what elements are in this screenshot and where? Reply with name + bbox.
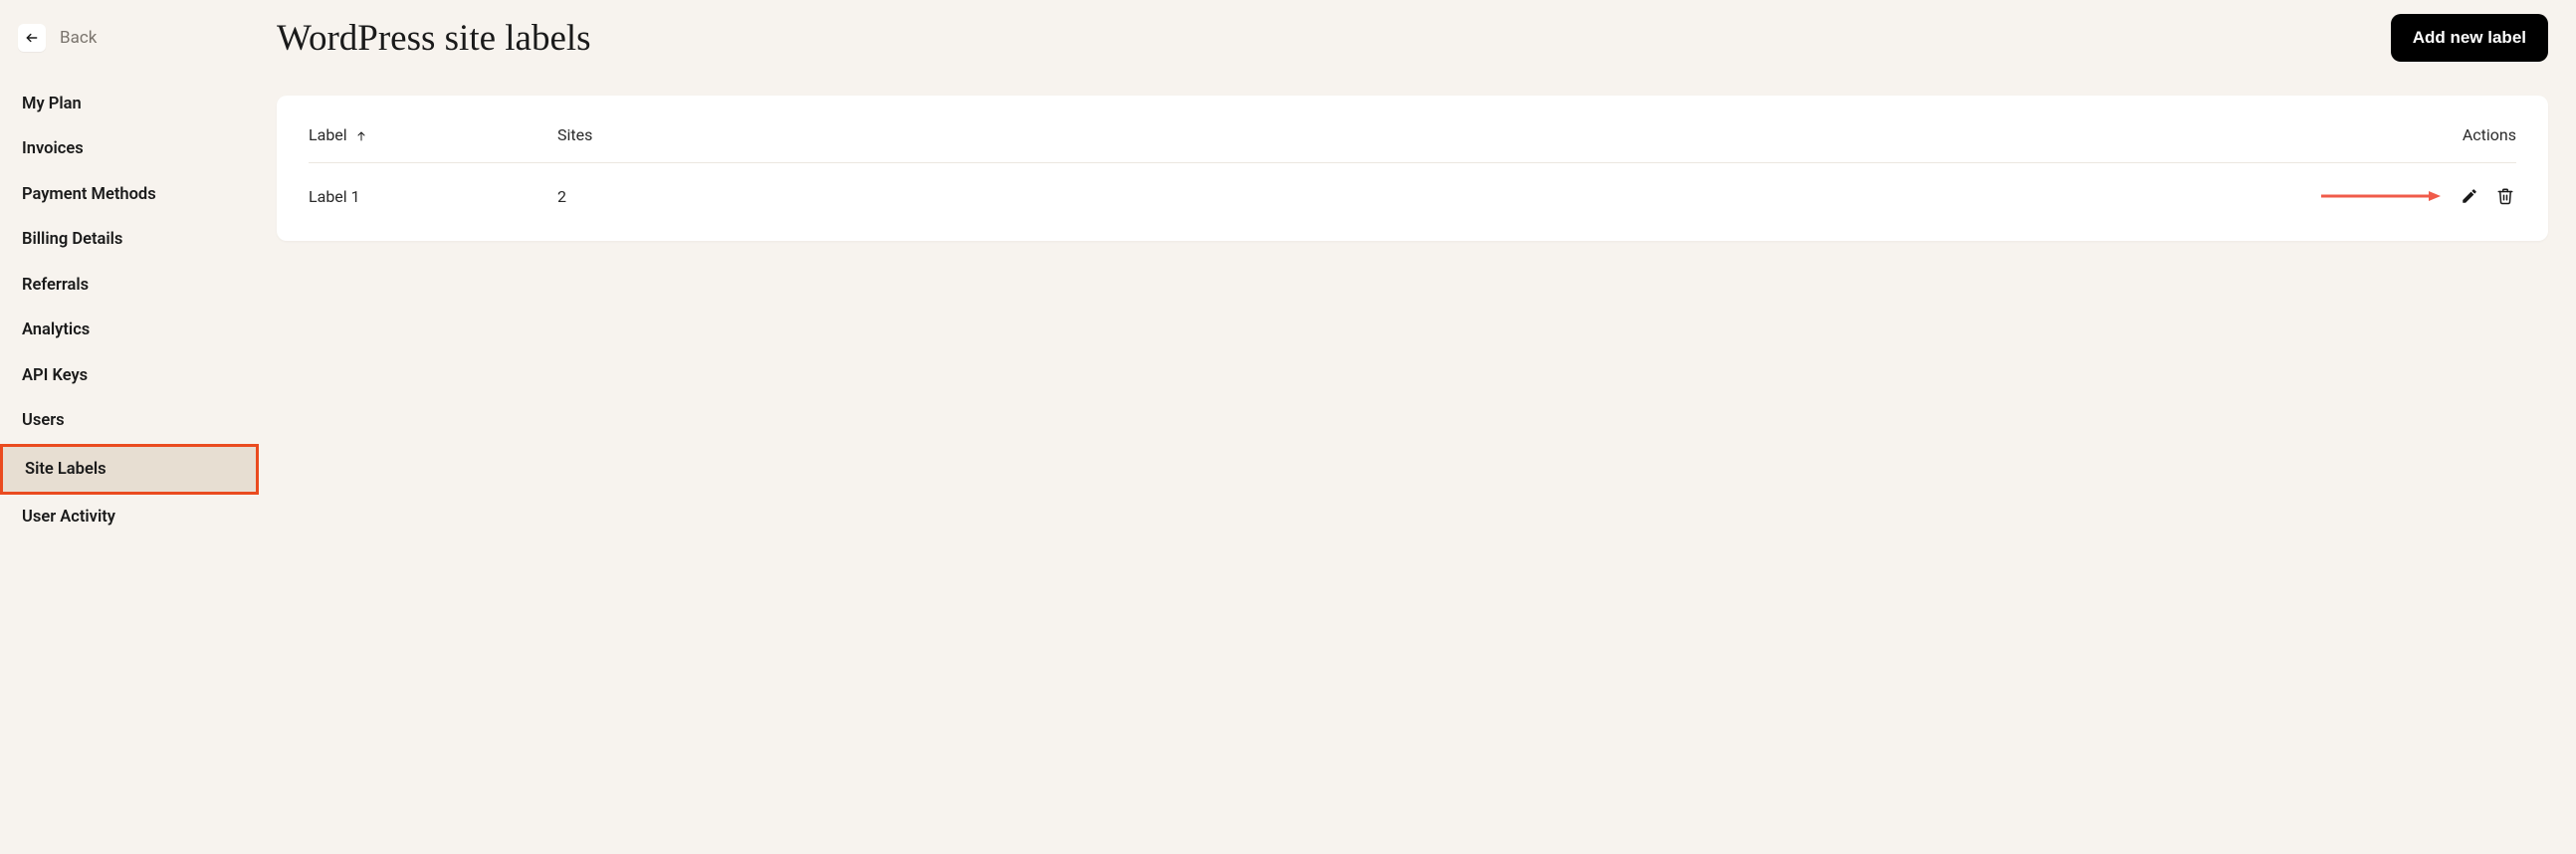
delete-button[interactable] xyxy=(2494,185,2516,207)
column-header-actions-text: Actions xyxy=(2463,125,2516,144)
sidebar-item-users[interactable]: Users xyxy=(0,398,259,443)
back-link[interactable]: Back xyxy=(0,20,259,82)
sidebar-item-invoices[interactable]: Invoices xyxy=(0,126,259,171)
column-header-label-text: Label xyxy=(309,125,347,144)
sidebar-item-site-labels[interactable]: Site Labels xyxy=(0,444,259,495)
sidebar-nav: My Plan Invoices Payment Methods Billing… xyxy=(0,82,259,539)
labels-card: Label Sites Action xyxy=(277,96,2548,241)
sidebar-item-analytics[interactable]: Analytics xyxy=(0,308,259,352)
annotation-arrow-icon xyxy=(2321,190,2441,202)
sidebar-item-my-plan[interactable]: My Plan xyxy=(0,82,259,126)
sidebar: Back My Plan Invoices Payment Methods Bi… xyxy=(0,0,259,854)
labels-table: Label Sites Action xyxy=(309,111,2516,217)
cell-label: Label 1 xyxy=(309,163,557,218)
column-header-sites-text: Sites xyxy=(557,125,592,144)
back-label: Back xyxy=(60,28,97,48)
edit-icon xyxy=(2461,187,2478,205)
page-header: WordPress site labels Add new label xyxy=(277,14,2548,62)
column-header-sites[interactable]: Sites xyxy=(557,111,857,163)
page-title: WordPress site labels xyxy=(277,17,591,60)
column-header-actions: Actions xyxy=(857,111,2516,163)
sidebar-item-api-keys[interactable]: API Keys xyxy=(0,353,259,398)
column-header-label[interactable]: Label xyxy=(309,111,557,163)
back-arrow-icon xyxy=(18,24,46,52)
cell-sites: 2 xyxy=(557,163,857,218)
main-content: WordPress site labels Add new label Labe… xyxy=(259,0,2576,854)
edit-button[interactable] xyxy=(2459,185,2480,207)
sort-asc-icon xyxy=(355,130,367,142)
add-new-label-button[interactable]: Add new label xyxy=(2391,14,2548,62)
trash-icon xyxy=(2496,187,2514,205)
table-row: Label 1 2 xyxy=(309,163,2516,218)
sidebar-item-referrals[interactable]: Referrals xyxy=(0,263,259,308)
sidebar-item-payment-methods[interactable]: Payment Methods xyxy=(0,172,259,217)
sidebar-item-billing-details[interactable]: Billing Details xyxy=(0,217,259,262)
sidebar-item-user-activity[interactable]: User Activity xyxy=(0,495,259,539)
